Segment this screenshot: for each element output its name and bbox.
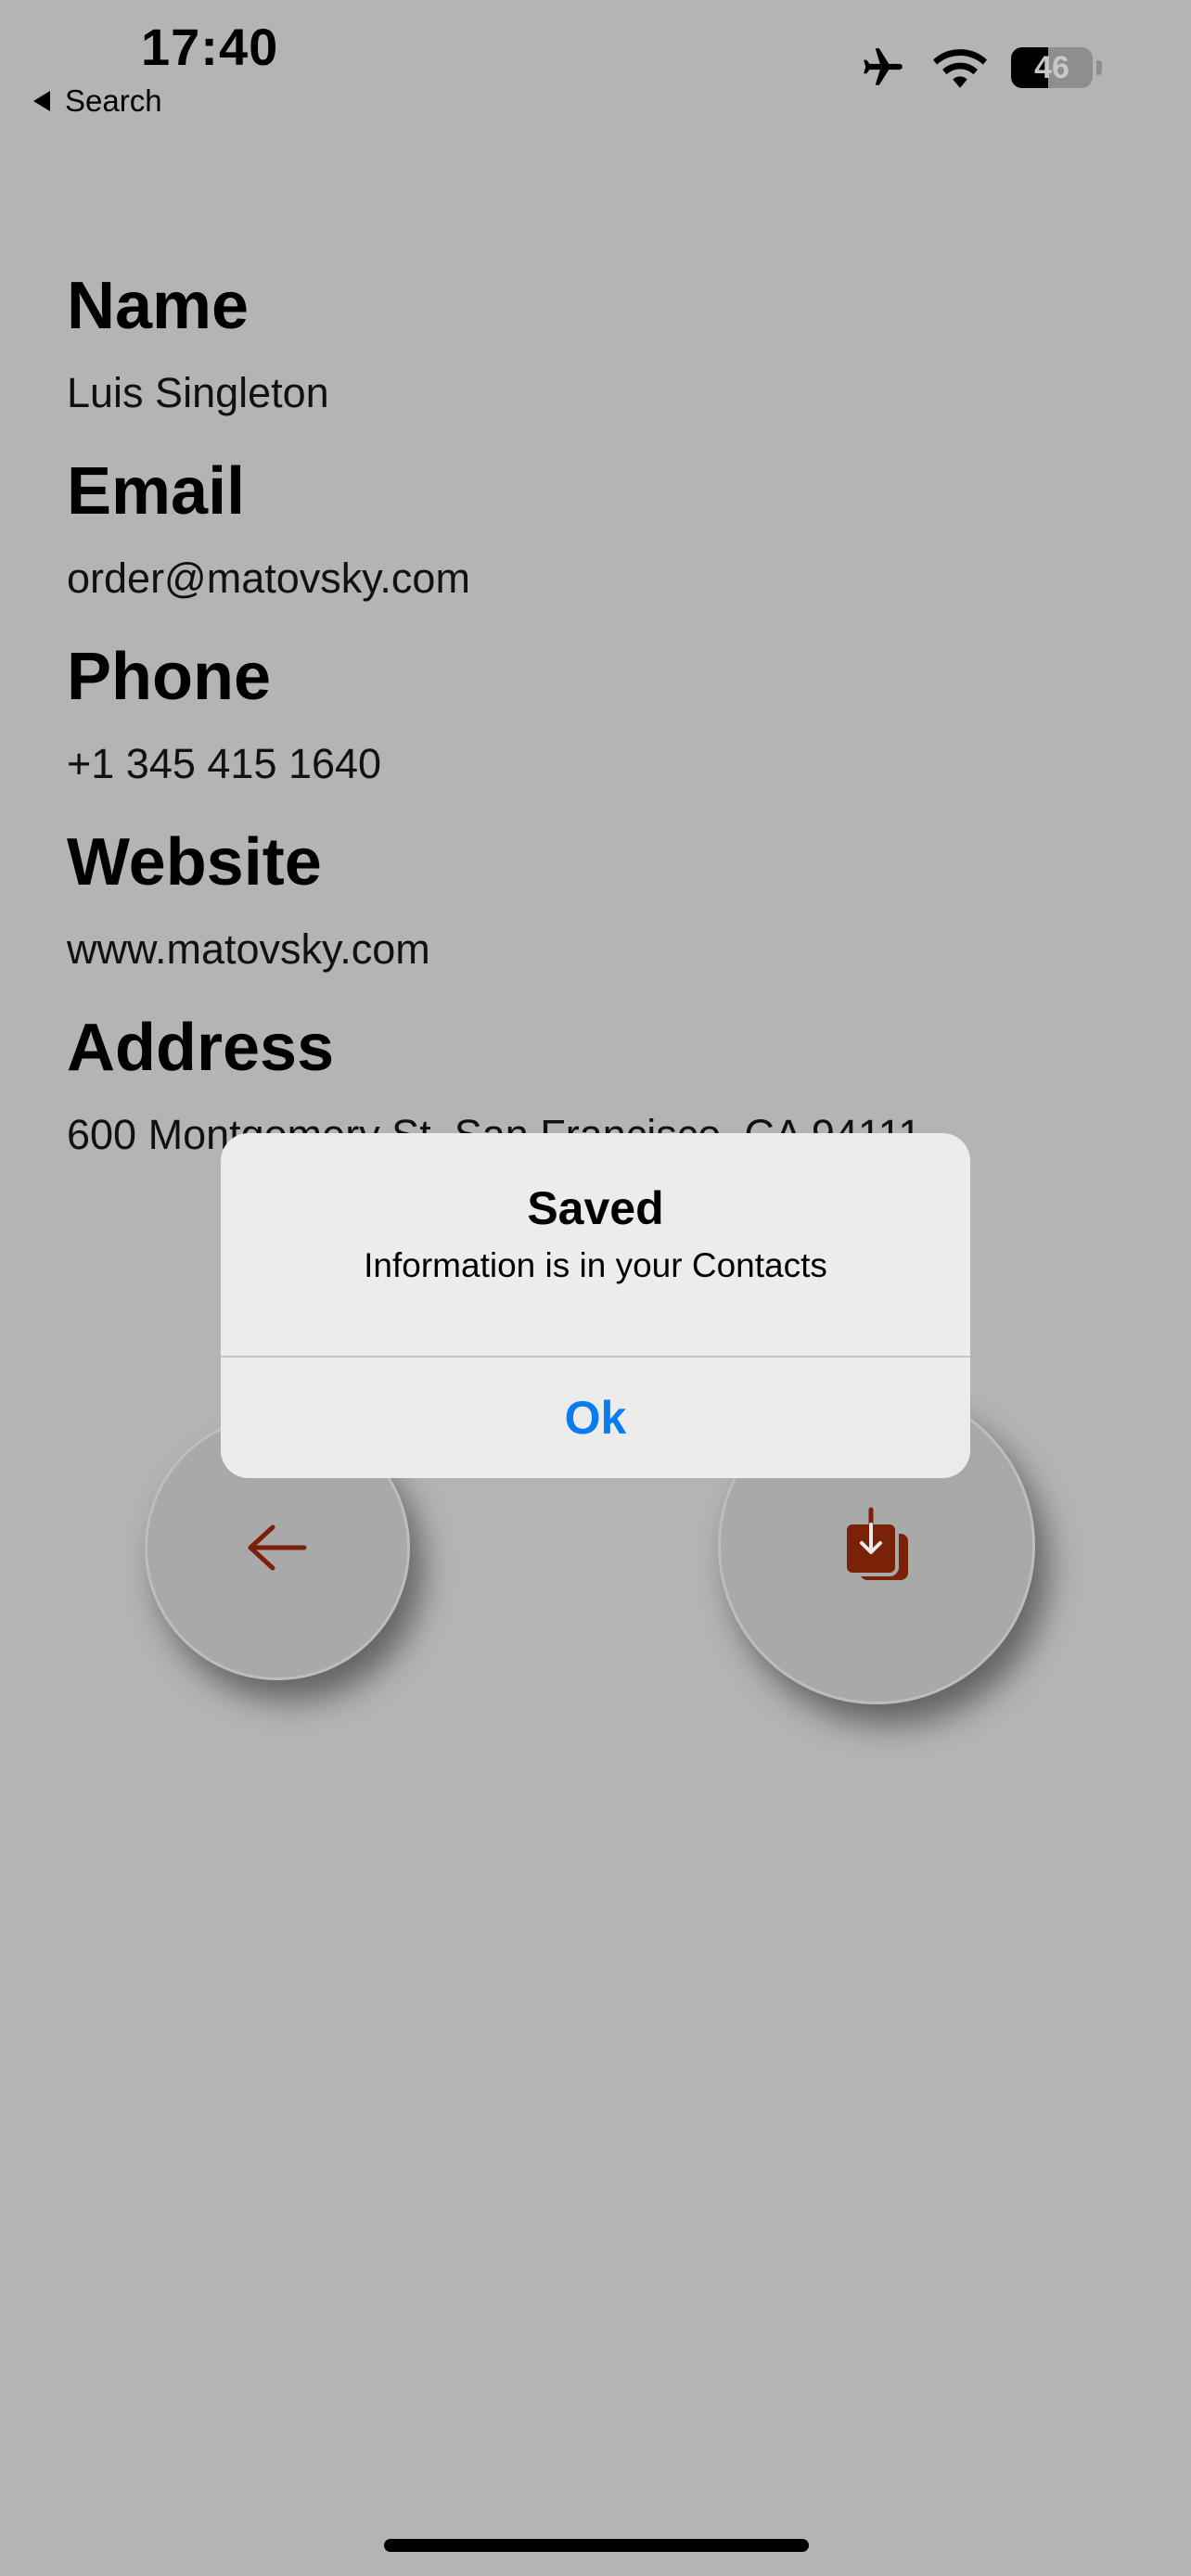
phone-value: +1 345 415 1640 xyxy=(67,740,382,787)
arrow-left-icon xyxy=(248,1524,307,1571)
website-value: www.matovsky.com xyxy=(67,925,430,973)
home-indicator[interactable] xyxy=(384,2539,809,2552)
email-value: order@matovsky.com xyxy=(67,555,470,602)
alert-message: Information is in your Contacts xyxy=(364,1246,827,1284)
status-time: 17:40 xyxy=(141,18,279,76)
website-label: Website xyxy=(67,825,322,899)
status-icons: 46 xyxy=(857,45,1102,91)
back-triangle-icon xyxy=(33,91,50,111)
contact-fields: Name Luis Singleton Email order@matovsky… xyxy=(67,261,1133,1189)
saved-alert-dialog: Saved Information is in your Contacts Ok xyxy=(221,1133,970,1478)
email-label: Email xyxy=(67,454,246,529)
wifi-icon xyxy=(933,49,987,88)
battery-icon: 46 xyxy=(1011,47,1093,88)
battery-cap xyxy=(1096,60,1102,75)
save-to-contacts-icon xyxy=(843,1507,908,1580)
alert-ok-button[interactable]: Ok xyxy=(221,1358,970,1478)
battery-level: 46 xyxy=(1034,49,1069,85)
back-to-search-link[interactable]: Search xyxy=(33,83,162,119)
back-search-label: Search xyxy=(65,83,162,118)
phone-label: Phone xyxy=(67,640,272,714)
name-value: Luis Singleton xyxy=(67,369,329,416)
name-label: Name xyxy=(67,269,250,343)
address-label: Address xyxy=(67,1011,335,1085)
contact-detail-screen: 17:40 Search 46 Name Luis Singleton Emai… xyxy=(0,0,1191,2576)
alert-title: Saved xyxy=(527,1182,664,1234)
airplane-icon xyxy=(864,48,903,85)
